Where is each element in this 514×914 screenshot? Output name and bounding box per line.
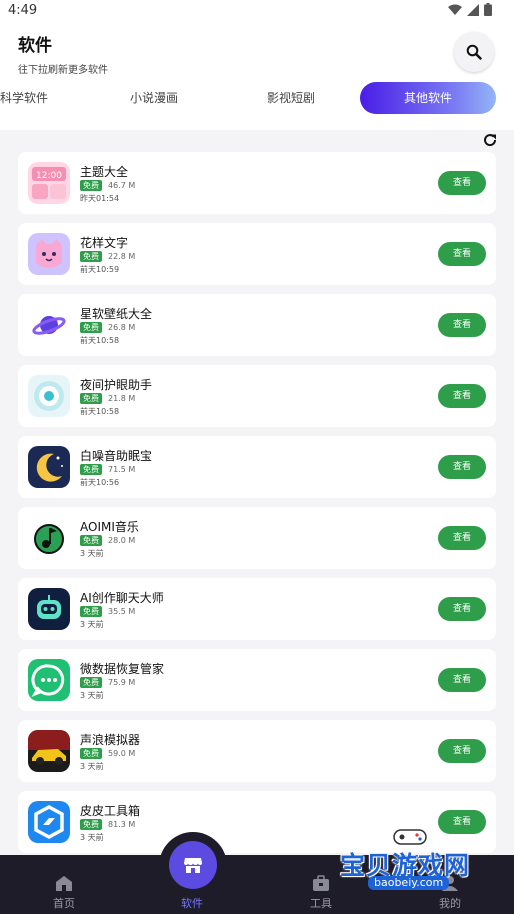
- sports-car-icon: [28, 730, 70, 772]
- page-title: 软件: [18, 36, 52, 56]
- app-card[interactable]: 白噪音助眠宝 免费 71.5 M 前天10:56 查看: [18, 436, 496, 498]
- app-name: 微数据恢复管家: [80, 662, 165, 676]
- app-name: AOIMI音乐: [80, 520, 139, 534]
- music-note-icon: [28, 517, 70, 559]
- app-card[interactable]: 12:00 主题大全 免费 46.7 M 昨天01:54 查看: [18, 152, 496, 214]
- free-badge: 免费: [80, 251, 102, 262]
- tab-other-software[interactable]: 其他软件: [360, 82, 496, 114]
- free-badge: 免费: [80, 464, 102, 475]
- app-name: 花样文字: [80, 236, 129, 250]
- status-icons: [448, 3, 492, 16]
- view-button[interactable]: 查看: [438, 739, 486, 763]
- clock-theme-icon: 12:00: [28, 162, 70, 204]
- status-time: 4:49: [8, 3, 38, 18]
- free-badge: 免费: [80, 180, 102, 191]
- svg-text:12:00: 12:00: [36, 171, 62, 181]
- search-button[interactable]: [454, 32, 494, 72]
- view-button[interactable]: 查看: [438, 668, 486, 692]
- app-update-time: 3 天前: [80, 762, 104, 771]
- app-size: 75.9 M: [108, 678, 136, 687]
- app-size: 21.8 M: [108, 394, 136, 403]
- app-card[interactable]: 声浪模拟器 免费 59.0 M 3 天前 查看: [18, 720, 496, 782]
- wifi-icon: [448, 4, 462, 15]
- app-update-time: 昨天01:54: [80, 194, 120, 203]
- app-update-time: 前天10:58: [80, 407, 120, 416]
- view-button[interactable]: 查看: [438, 171, 486, 195]
- view-button[interactable]: 查看: [438, 597, 486, 621]
- app-card[interactable]: 星软壁纸大全 免费 26.8 M 前天10:58 查看: [18, 294, 496, 356]
- app-size: 22.8 M: [108, 252, 136, 261]
- app-card[interactable]: AI创作聊天大师 免费 35.5 M 3 天前 查看: [18, 578, 496, 640]
- planet-icon: [28, 304, 70, 346]
- app-size: 59.0 M: [108, 749, 136, 758]
- chat-bubble-icon: [28, 659, 70, 701]
- watermark-logo: 宝贝游戏网 baobeiy.com: [340, 829, 490, 894]
- view-button[interactable]: 查看: [438, 455, 486, 479]
- app-name: 声浪模拟器: [80, 733, 141, 747]
- app-update-time: 前天10:56: [80, 478, 120, 487]
- tab-video-drama[interactable]: 影视短剧: [241, 82, 341, 114]
- free-badge: 免费: [80, 677, 102, 688]
- free-badge: 免费: [80, 606, 102, 617]
- app-size: 46.7 M: [108, 181, 136, 190]
- category-tabs: 科学软件 小说漫画 影视短剧 其他软件: [0, 82, 514, 114]
- nav-label: 首页: [53, 897, 75, 910]
- free-badge: 免费: [80, 535, 102, 546]
- app-name: 皮皮工具箱: [80, 804, 141, 818]
- gamepad-icon: [393, 829, 427, 845]
- page-subtitle: 往下拉刷新更多软件: [18, 65, 108, 76]
- app-size: 28.0 M: [108, 536, 136, 545]
- refresh-icon[interactable]: [482, 132, 498, 148]
- free-badge: 免费: [80, 819, 102, 830]
- app-name: 星软壁纸大全: [80, 307, 153, 321]
- app-update-time: 3 天前: [80, 620, 104, 629]
- app-card[interactable]: 花样文字 免费 22.8 M 前天10:59 查看: [18, 223, 496, 285]
- app-card[interactable]: 微数据恢复管家 免费 75.9 M 3 天前 查看: [18, 649, 496, 711]
- status-bar: 4:49: [0, 0, 514, 22]
- view-button[interactable]: 查看: [438, 313, 486, 337]
- battery-icon: [484, 3, 492, 16]
- tab-science-software[interactable]: 科学软件: [0, 82, 74, 114]
- app-size: 26.8 M: [108, 323, 136, 332]
- toolbox-icon: [28, 801, 70, 843]
- free-badge: 免费: [80, 393, 102, 404]
- app-size: 35.5 M: [108, 607, 136, 616]
- view-button[interactable]: 查看: [438, 384, 486, 408]
- moon-icon: [28, 446, 70, 488]
- app-update-time: 前天10:59: [80, 265, 120, 274]
- free-badge: 免费: [80, 748, 102, 759]
- app-size: 71.5 M: [108, 465, 136, 474]
- signal-icon: [467, 3, 479, 16]
- app-update-time: 3 天前: [80, 691, 104, 700]
- view-button[interactable]: 查看: [438, 810, 486, 834]
- app-name: AI创作聊天大师: [80, 591, 164, 605]
- home-icon: [56, 876, 72, 891]
- view-button[interactable]: 查看: [438, 526, 486, 550]
- store-icon: [184, 858, 202, 873]
- app-name: 白噪音助眠宝: [80, 449, 153, 463]
- view-button[interactable]: 查看: [438, 242, 486, 266]
- tab-novel-comics[interactable]: 小说漫画: [104, 82, 204, 114]
- search-icon: [466, 44, 482, 60]
- nav-label: 软件: [181, 897, 203, 910]
- app-name: 主题大全: [80, 165, 129, 179]
- app-update-time: 3 天前: [80, 833, 104, 842]
- watermark-url: baobeiy.com: [368, 876, 450, 890]
- toolbag-icon: [313, 875, 329, 891]
- nav-item-home[interactable]: 首页: [0, 855, 128, 914]
- nav-label: 我的: [439, 897, 461, 910]
- app-name: 夜间护眼助手: [80, 378, 153, 392]
- eye-icon: [28, 375, 70, 417]
- app-card[interactable]: AOIMI音乐 免费 28.0 M 3 天前 查看: [18, 507, 496, 569]
- app-card[interactable]: 夜间护眼助手 免费 21.8 M 前天10:58 查看: [18, 365, 496, 427]
- robot-icon: [28, 588, 70, 630]
- cat-face-icon: [28, 233, 70, 275]
- free-badge: 免费: [80, 322, 102, 333]
- app-update-time: 前天10:58: [80, 336, 120, 345]
- app-update-time: 3 天前: [80, 549, 104, 558]
- app-size: 81.3 M: [108, 820, 136, 829]
- software-fab-button[interactable]: [169, 841, 217, 889]
- nav-label: 工具: [310, 897, 332, 910]
